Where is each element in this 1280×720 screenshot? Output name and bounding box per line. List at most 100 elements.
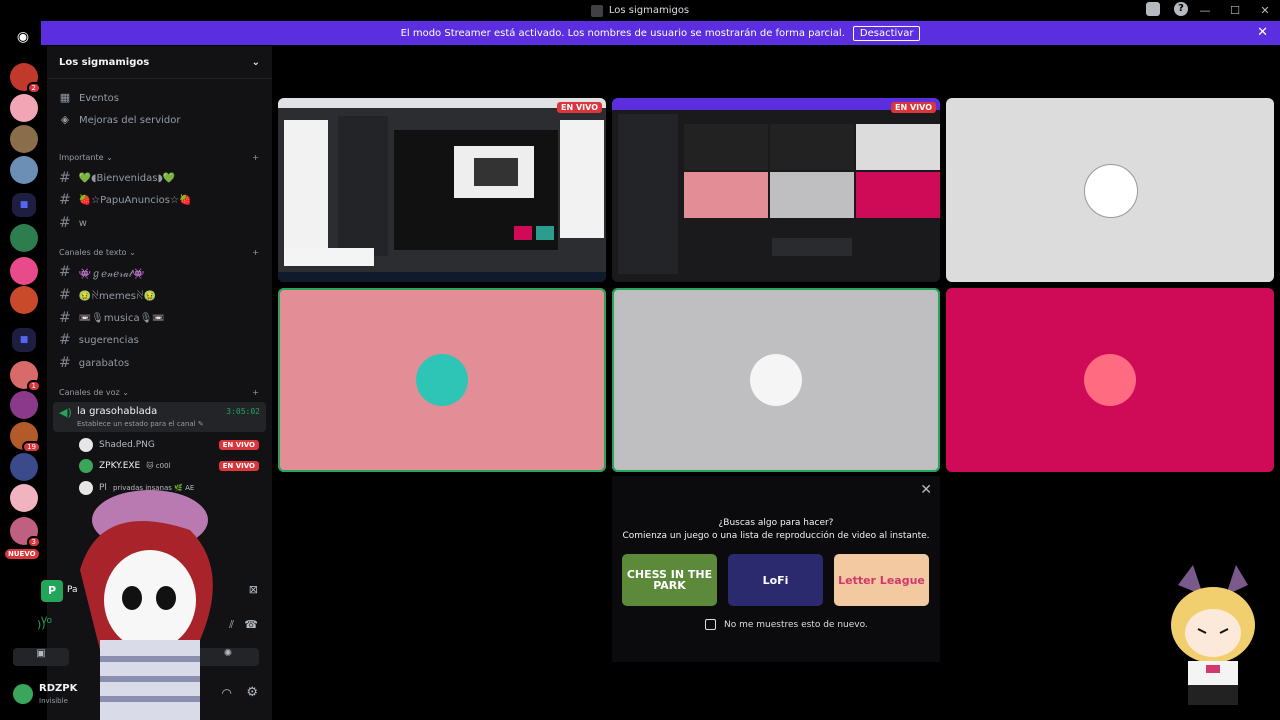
server-icon[interactable] — [10, 156, 38, 184]
server-icon[interactable] — [10, 224, 38, 252]
streamer-mode-banner: El modo Streamer está activado. Los nomb… — [41, 21, 1280, 45]
dont-show-again-checkbox[interactable] — [705, 619, 716, 630]
activity-suggestion-panel: ✕ ¿Buscas algo para hacer? Comienza un j… — [612, 476, 940, 662]
server-icon[interactable] — [10, 391, 38, 419]
close-banner-icon[interactable]: ✕ — [1257, 25, 1268, 40]
category-canales-de-texto[interactable]: Canales de texto ⌄ + — [59, 248, 259, 257]
hash-icon: # — [59, 310, 71, 326]
channel-label: 👾ℊℯ𝓃ℯ𝓇𝒶𝓁👾 — [78, 268, 145, 280]
channel-sugerencias[interactable]: # sugerencias — [59, 332, 139, 348]
speaker-icon: ◀) — [59, 406, 72, 419]
chevron-down-icon: ⌄ — [251, 56, 260, 68]
channel-memes[interactable]: # 🤢ꋊmemesꋊ🤢 — [59, 287, 156, 303]
category-label: Canales de voz — [59, 388, 120, 397]
add-channel-icon[interactable]: + — [252, 388, 259, 397]
channel-garabatos[interactable]: # garabatos — [59, 355, 129, 371]
category-label: Canales de texto — [59, 248, 127, 257]
mention-badge: 2 — [26, 82, 41, 94]
hash-icon: # — [59, 215, 71, 231]
help-icon[interactable]: ? — [1174, 2, 1188, 16]
screen-share-preview — [612, 98, 940, 282]
noise-suppression-icon[interactable]: ⫽ — [229, 618, 234, 632]
server-icon[interactable]: 19 — [10, 422, 41, 453]
channel-musica[interactable]: # 📼🎙musica🎙📼 — [59, 310, 165, 326]
stream-tile[interactable]: EN VIVO — [612, 98, 940, 282]
voice-channel-active[interactable]: ◀) la grasohablada 3:05:02 Establece un … — [53, 402, 266, 432]
server-icon[interactable] — [10, 125, 38, 153]
category-importante[interactable]: Importante ⌄ + — [59, 153, 259, 162]
server-boosts-item[interactable]: ◈ Mejoras del servidor — [59, 114, 181, 126]
dont-show-again-option[interactable]: No me muestres esto de nuevo. — [705, 619, 868, 630]
add-channel-icon[interactable]: + — [252, 248, 259, 257]
events-label: Eventos — [79, 92, 119, 104]
events-item[interactable]: ▦ Eventos — [59, 92, 119, 104]
channel-anuncios[interactable]: # 🍓☆PapuAnuncios☆🍓 — [59, 192, 191, 208]
discord-home-icon[interactable]: ◉ — [10, 29, 36, 47]
set-channel-status[interactable]: Establece un estado para el canal ✎ — [77, 420, 204, 428]
activity-card-lofi[interactable]: LoFi — [728, 554, 823, 606]
server-icon[interactable] — [10, 453, 38, 481]
voice-user[interactable]: ZPKY.EXE 🐱 c00l EN VIVO — [79, 459, 259, 473]
dont-show-again-label: No me muestres esto de nuevo. — [724, 619, 868, 630]
channel-label: 📼🎙musica🎙📼 — [78, 312, 165, 324]
mention-badge: 1 — [26, 380, 41, 392]
participant-tile[interactable] — [612, 288, 940, 472]
server-icon[interactable] — [10, 257, 38, 285]
server-icon[interactable] — [10, 94, 38, 122]
channel-label: garabatos — [78, 357, 130, 369]
participant-tile[interactable] — [946, 288, 1274, 472]
close-window-button[interactable]: ✕ — [1250, 4, 1280, 17]
stream-tile[interactable]: EN VIVO — [278, 98, 606, 282]
close-activity-icon[interactable]: ⊠ — [249, 583, 258, 596]
add-channel-icon[interactable]: + — [252, 153, 259, 162]
server-icon[interactable]: 3 — [10, 517, 41, 548]
server-icon[interactable] — [10, 484, 38, 512]
calendar-icon: ▦ — [59, 91, 71, 104]
channel-label: 🤢ꋊmemesꋊ🤢 — [78, 290, 157, 302]
voice-channel-name: la grasohablada — [77, 406, 158, 417]
channel-label: 💚◖Bienvenidas◗💚 — [78, 172, 176, 184]
participant-tile[interactable] — [946, 98, 1274, 282]
server-folder-icon[interactable]: ■ — [12, 328, 36, 352]
set-channel-status-label: Establece un estado para el canal — [77, 420, 196, 428]
voice-elapsed-time: 3:05:02 — [226, 407, 260, 416]
channel-w[interactable]: # w — [59, 215, 87, 231]
headphones-icon[interactable]: ◠ — [222, 686, 232, 700]
avatar — [79, 459, 93, 473]
server-header[interactable]: Los sigmamigos ⌄ — [47, 46, 272, 79]
activity-subtitle: Comienza un juego o una lista de reprodu… — [622, 531, 930, 541]
live-badge: EN VIVO — [218, 461, 259, 471]
category-label: Importante — [59, 153, 104, 162]
channel-label: 🍓☆PapuAnuncios☆🍓 — [78, 194, 192, 206]
server-icon[interactable] — [10, 286, 38, 314]
server-icon[interactable]: 1 — [10, 361, 41, 392]
avatar[interactable] — [13, 684, 33, 704]
maximize-button[interactable]: ☐ — [1220, 4, 1250, 17]
disable-streamer-mode-button[interactable]: Desactivar — [852, 25, 921, 41]
live-badge: EN VIVO — [891, 102, 936, 113]
server-folder-icon[interactable]: ■ — [12, 193, 36, 217]
disconnect-icon[interactable]: ☎ — [244, 618, 258, 631]
activity-card-label: CHESS IN THE PARK — [626, 568, 713, 592]
channel-bienvenidas[interactable]: # 💚◖Bienvenidas◗💚 — [59, 170, 175, 186]
close-icon[interactable]: ✕ — [920, 482, 932, 498]
voice-user[interactable]: Shaded.PNG EN VIVO — [79, 438, 259, 452]
mention-badge: 19 — [22, 441, 41, 453]
activity-card-letter-league[interactable]: Letter League — [834, 554, 929, 606]
channel-label: w — [78, 217, 87, 229]
inbox-icon[interactable] — [1146, 2, 1160, 16]
activity-card-label: Letter League — [838, 573, 925, 587]
settings-gear-icon[interactable]: ⚙ — [246, 685, 258, 700]
category-canales-de-voz[interactable]: Canales de voz ⌄ + — [59, 388, 259, 397]
participant-tile[interactable] — [278, 288, 606, 472]
hash-icon: # — [59, 332, 71, 348]
activity-card-chess[interactable]: CHESS IN THE PARK — [622, 554, 717, 606]
minimize-button[interactable]: — — [1190, 4, 1220, 17]
channel-label: sugerencias — [78, 334, 139, 346]
voice-user-name: Shaded.PNG — [99, 440, 155, 450]
window-title: Los sigmamigos — [590, 4, 689, 17]
server-icon[interactable]: 2 — [10, 63, 41, 94]
channel-general[interactable]: # 👾ℊℯ𝓃ℯ𝓇𝒶𝓁👾 — [59, 264, 145, 280]
activity-card-label: LoFi — [762, 573, 789, 587]
mention-badge: 3 — [26, 536, 41, 548]
